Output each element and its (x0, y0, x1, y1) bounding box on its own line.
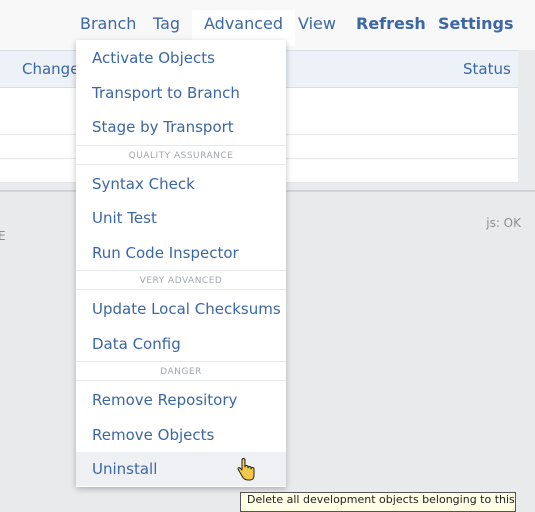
menu-section-danger: DANGER (76, 361, 286, 381)
menu-item-data-config[interactable]: Data Config (76, 327, 286, 361)
uninstall-tooltip: Delete all development objects belonging… (240, 492, 516, 512)
nav-branch[interactable]: Branch (80, 14, 136, 33)
js-status-text: js: OK (486, 216, 521, 230)
menu-section-very-advanced: VERY ADVANCED (76, 270, 286, 290)
menu-item-update-local-checksums[interactable]: Update Local Checksums (76, 292, 286, 326)
nav-tag[interactable]: Tag (153, 14, 180, 33)
nav-refresh[interactable]: Refresh (356, 14, 426, 33)
menu-item-remove-repository[interactable]: Remove Repository (76, 383, 286, 417)
menu-section-quality-assurance: QUALITY ASSURANCE (76, 145, 286, 165)
menu-item-stage-by-transport[interactable]: Stage by Transport (76, 110, 286, 144)
truncated-text: E (0, 229, 6, 243)
menu-item-activate-objects[interactable]: Activate Objects (76, 41, 286, 75)
nav-view[interactable]: View (298, 14, 336, 33)
nav-settings[interactable]: Settings (438, 14, 514, 33)
menu-item-remove-objects[interactable]: Remove Objects (76, 418, 286, 452)
menu-item-run-code-inspector[interactable]: Run Code Inspector (76, 236, 286, 270)
menu-item-syntax-check[interactable]: Syntax Check (76, 167, 286, 201)
menu-item-transport-to-branch[interactable]: Transport to Branch (76, 76, 286, 110)
menu-item-unit-test[interactable]: Unit Test (76, 201, 286, 235)
advanced-dropdown-menu: Activate Objects Transport to Branch Sta… (76, 40, 286, 487)
hand-pointer-cursor-icon (237, 458, 255, 481)
column-header-status[interactable]: Status (463, 60, 511, 78)
